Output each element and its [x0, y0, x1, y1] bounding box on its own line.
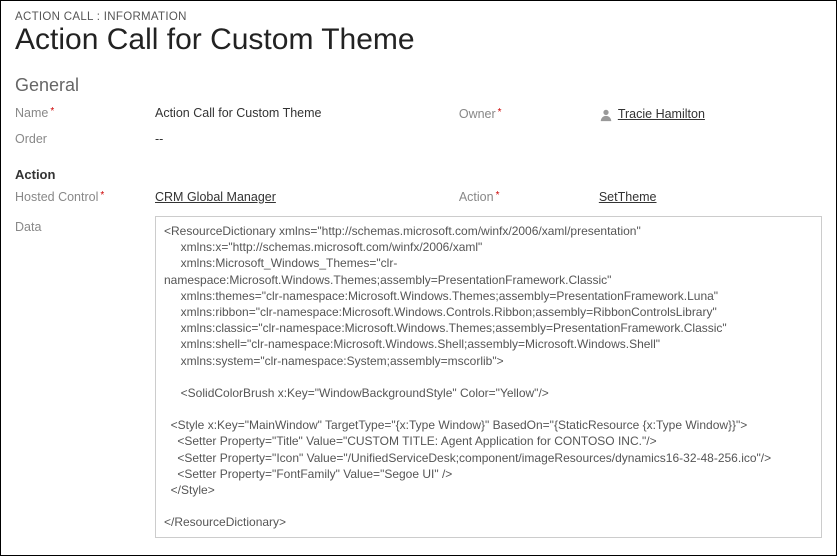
- page-title: Action Call for Custom Theme: [15, 23, 822, 57]
- owner-label: Owner*: [459, 107, 599, 121]
- person-icon: [599, 108, 613, 122]
- name-label: Name*: [15, 106, 155, 120]
- order-value[interactable]: --: [155, 132, 163, 146]
- order-label: Order: [15, 132, 155, 146]
- breadcrumb-view: INFORMATION: [104, 11, 187, 23]
- action-label: Action*: [459, 190, 599, 204]
- section-general: General: [15, 75, 822, 96]
- owner-value[interactable]: Tracie Hamilton: [618, 107, 705, 121]
- data-textarea[interactable]: <ResourceDictionary xmlns="http://schema…: [155, 216, 822, 538]
- action-value[interactable]: SetTheme: [599, 190, 657, 204]
- breadcrumb: ACTION CALL : INFORMATION: [15, 11, 822, 23]
- name-value[interactable]: Action Call for Custom Theme: [155, 106, 322, 120]
- breadcrumb-entity: ACTION CALL: [15, 11, 93, 23]
- hosted-control-value[interactable]: CRM Global Manager: [155, 190, 276, 204]
- hosted-control-label: Hosted Control*: [15, 190, 155, 204]
- owner-value-wrap[interactable]: Tracie Hamilton: [599, 106, 705, 122]
- section-action: Action: [15, 167, 822, 182]
- data-label: Data: [15, 216, 155, 234]
